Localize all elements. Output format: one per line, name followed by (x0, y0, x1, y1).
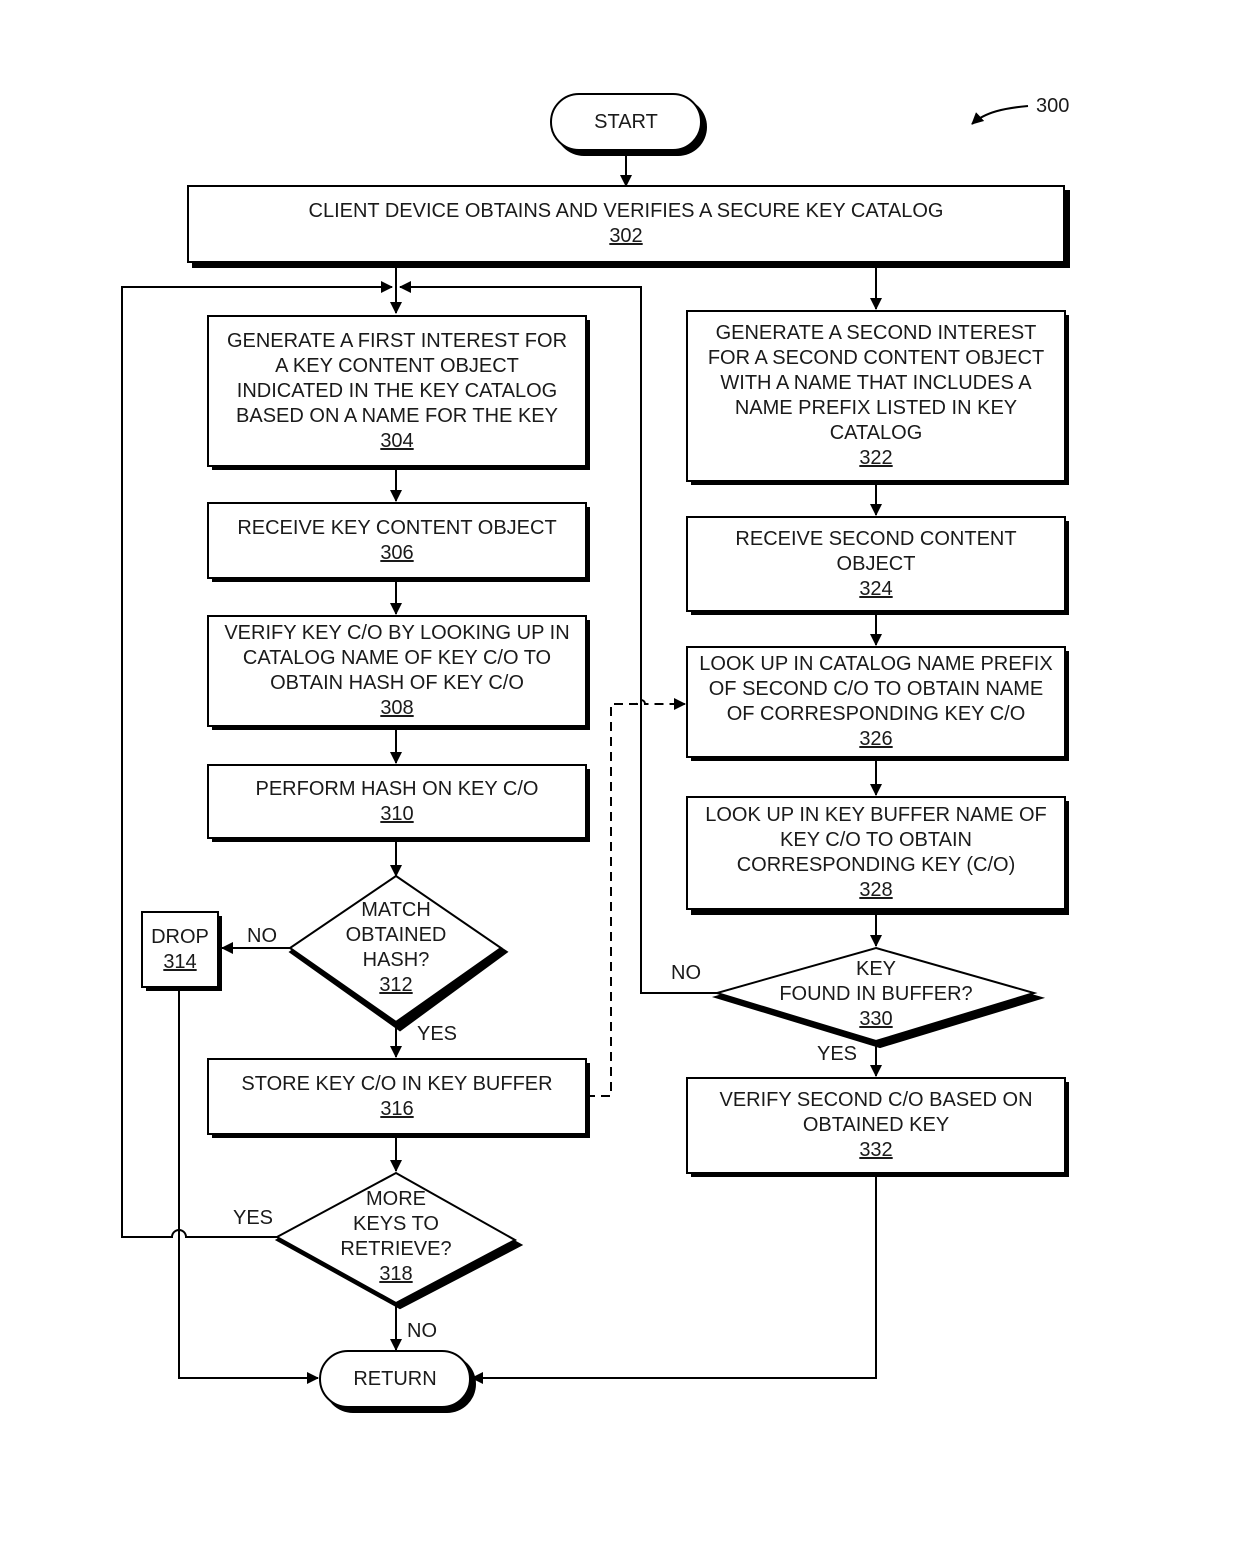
step-332-line: VERIFY SECOND C/O BASED ON (719, 1089, 1033, 1111)
step-328-line: CORRESPONDING KEY (C/O) (736, 854, 1016, 876)
step-328-ref: 328 (859, 879, 893, 901)
decision-312-line: MATCH (361, 899, 431, 921)
step-322-line: NAME PREFIX LISTED IN KEY (734, 397, 1018, 419)
decision-318-ref: 318 (379, 1263, 413, 1285)
edge-label-318-yes: YES (233, 1207, 274, 1229)
decision-318-line: RETRIEVE? (340, 1238, 452, 1260)
decision-330-line: FOUND IN BUFFER? (779, 982, 973, 1005)
edge-label-312-yes: YES (417, 1023, 458, 1045)
decision-330: KEY FOUND IN BUFFER? 330 (740, 955, 1012, 1033)
step-304-line: INDICATED IN THE KEY CATALOG (236, 379, 558, 402)
step-308-ref: 308 (380, 697, 414, 719)
edge-316-326-dashed (586, 698, 686, 1097)
decision-312-line: OBTAINED (345, 924, 447, 946)
step-310: PERFORM HASH ON KEY C/O 310 (208, 765, 586, 838)
step-326-line: OF CORRESPONDING KEY C/O (726, 703, 1026, 725)
step-316-text: STORE KEY C/O IN KEY BUFFER (241, 1072, 553, 1095)
step-322-ref: 322 (859, 447, 893, 469)
step-308-line: CATALOG NAME OF KEY C/O TO (242, 647, 552, 669)
decision-318-line: MORE (366, 1188, 426, 1210)
step-310-ref: 310 (380, 802, 414, 825)
step-322-line: CATALOG (829, 422, 923, 444)
step-324-line: OBJECT (836, 552, 916, 575)
step-322-line: FOR A SECOND CONTENT OBJECT (707, 347, 1045, 369)
step-304-line: BASED ON A NAME FOR THE KEY (236, 404, 558, 427)
step-322-line: WITH A NAME THAT INCLUDES A (720, 372, 1032, 394)
decision-312: MATCH OBTAINED HASH? 312 (300, 896, 492, 1000)
decision-330-line: KEY (855, 957, 897, 980)
step-314: DROP 314 (142, 912, 218, 987)
step-306-ref: 306 (380, 541, 414, 564)
step-304-line: A KEY CONTENT OBJECT (275, 354, 519, 377)
step-314-ref: 314 (163, 950, 197, 973)
step-332-ref: 332 (859, 1139, 893, 1161)
decision-312-line: HASH? (362, 949, 430, 971)
step-328: LOOK UP IN KEY BUFFER NAME OF KEY C/O TO… (687, 797, 1065, 909)
step-326-line: LOOK UP IN CATALOG NAME PREFIX (699, 653, 1053, 675)
step-332: VERIFY SECOND C/O BASED ON OBTAINED KEY … (687, 1078, 1065, 1173)
step-304-line: GENERATE A FIRST INTEREST FOR (226, 329, 568, 352)
decision-330-ref: 330 (859, 1007, 893, 1030)
step-324-line: RECEIVE SECOND CONTENT (735, 527, 1017, 550)
step-328-line: LOOK UP IN KEY BUFFER NAME OF (705, 804, 1047, 826)
edge-label-312-no: NO (247, 925, 277, 947)
return-label: RETURN (353, 1367, 437, 1390)
step-304-ref: 304 (380, 429, 414, 452)
step-308-line: VERIFY KEY C/O BY LOOKING UP IN (224, 622, 570, 644)
step-308: VERIFY KEY C/O BY LOOKING UP IN CATALOG … (208, 616, 586, 726)
step-326: LOOK UP IN CATALOG NAME PREFIX OF SECOND… (687, 647, 1065, 757)
step-302-text: CLIENT DEVICE OBTAINS AND VERIFIES A SEC… (308, 200, 944, 222)
edge-314-return (178, 987, 319, 1384)
step-332-line: OBTAINED KEY (802, 1114, 950, 1136)
decision-318-line: KEYS TO (353, 1213, 439, 1235)
step-302-ref: 302 (609, 225, 643, 247)
start-label: START (594, 110, 658, 133)
edge-label-330-no: NO (671, 962, 701, 984)
step-308-line: OBTAIN HASH OF KEY C/O (270, 672, 524, 694)
edge-label-330-yes: YES (817, 1043, 858, 1065)
step-306: RECEIVE KEY CONTENT OBJECT 306 (208, 503, 586, 578)
figure-ref-label: 300 (1036, 95, 1070, 117)
step-306-text: RECEIVE KEY CONTENT OBJECT (237, 516, 557, 539)
step-316-ref: 316 (380, 1097, 414, 1120)
step-322: GENERATE A SECOND INTEREST FOR A SECOND … (687, 311, 1065, 481)
step-326-line: OF SECOND C/O TO OBTAIN NAME (708, 678, 1044, 700)
step-310-text: PERFORM HASH ON KEY C/O (255, 777, 539, 800)
step-324: RECEIVE SECOND CONTENT OBJECT 324 (687, 517, 1065, 611)
step-316: STORE KEY C/O IN KEY BUFFER 316 (208, 1059, 586, 1134)
step-324-ref: 324 (859, 577, 893, 600)
figure-ref-arrow (971, 105, 1029, 125)
step-304: GENERATE A FIRST INTEREST FOR A KEY CONT… (208, 316, 586, 466)
decision-312-ref: 312 (379, 974, 413, 996)
step-302: CLIENT DEVICE OBTAINS AND VERIFIES A SEC… (188, 186, 1064, 262)
edge-label-318-no: NO (407, 1320, 437, 1342)
edge-332-return (471, 1173, 877, 1384)
step-322-line: GENERATE A SECOND INTEREST (715, 322, 1037, 344)
decision-318: MORE KEYS TO RETRIEVE? 318 (300, 1186, 492, 1288)
step-328-line: KEY C/O TO OBTAIN (780, 829, 972, 851)
step-326-ref: 326 (859, 728, 893, 750)
step-314-text: DROP (151, 925, 209, 948)
